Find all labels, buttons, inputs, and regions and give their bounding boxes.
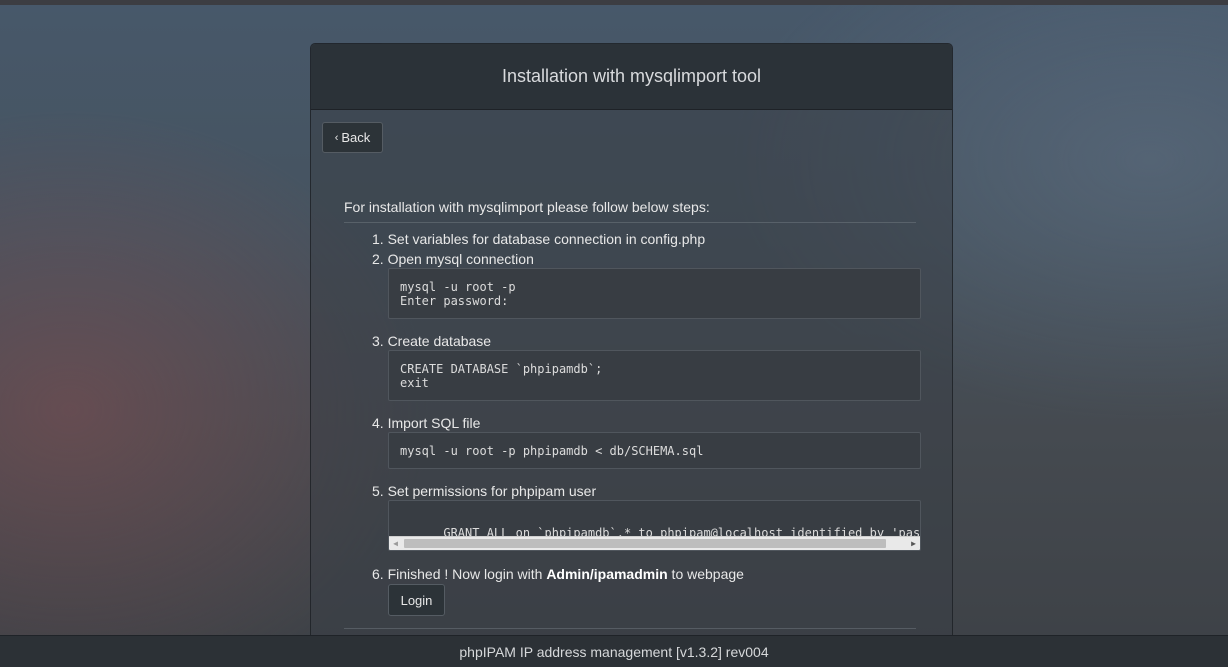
step-6-suffix: to webpage (667, 566, 744, 582)
login-button[interactable]: Login (388, 584, 445, 616)
scroll-left-arrow-icon[interactable]: ◀ (389, 537, 402, 550)
install-panel: Installation with mysqlimport tool ‹ Bac… (310, 43, 953, 643)
step-4-code: mysql -u root -p phpipamdb < db/SCHEMA.s… (388, 432, 921, 469)
chevron-left-icon: ‹ (334, 131, 339, 144)
footer-text: phpIPAM IP address management [v1.3.2] r… (459, 643, 769, 660)
footer: phpIPAM IP address management [v1.3.2] r… (0, 635, 1228, 667)
step-3-label: 3. Create database (372, 333, 492, 349)
step-2-label: 2. Open mysql connection (372, 251, 534, 267)
intro-text: For installation with mysqlimport please… (344, 199, 916, 223)
step-6-label: 6. Finished ! Now login with Admin/ipama… (372, 566, 744, 582)
scroll-right-arrow-icon[interactable]: ▶ (907, 537, 920, 550)
step-3-code: CREATE DATABASE `phpipamdb`; exit (388, 350, 921, 401)
code-horizontal-scrollbar[interactable]: ◀ ▶ (389, 536, 920, 550)
panel-title: Installation with mysqlimport tool (501, 66, 762, 86)
back-button-label: Back (341, 130, 371, 145)
divider (344, 628, 916, 629)
back-button[interactable]: ‹ Back (322, 122, 383, 153)
top-edge (0, 0, 1228, 5)
step-5-code: GRANT ALL on `phpipamdb`.* to phpipam@lo… (388, 500, 921, 551)
step-4-label: 4. Import SQL file (372, 415, 481, 431)
step-2-code: mysql -u root -p Enter password: (388, 268, 921, 319)
credentials-text: Admin/ipamadmin (546, 566, 668, 582)
step-5-label: 5. Set permissions for phpipam user (372, 483, 597, 499)
step-6-prefix: 6. Finished ! Now login with (372, 566, 547, 582)
step-1-label: 1. Set variables for database connection… (372, 231, 706, 247)
scroll-thumb[interactable] (404, 539, 886, 548)
panel-header: Installation with mysqlimport tool (311, 44, 952, 110)
